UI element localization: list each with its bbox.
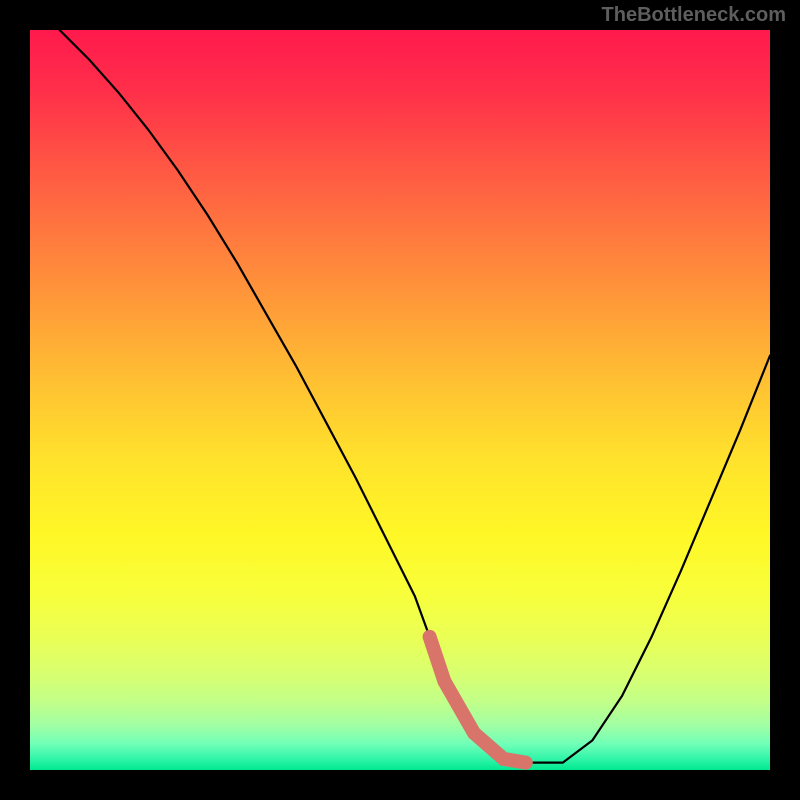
plot-area (30, 30, 770, 770)
watermark-text: TheBottleneck.com (602, 4, 786, 27)
chart-svg (30, 30, 770, 770)
bottleneck-curve-line (60, 30, 770, 763)
highlight-segment (430, 637, 526, 763)
